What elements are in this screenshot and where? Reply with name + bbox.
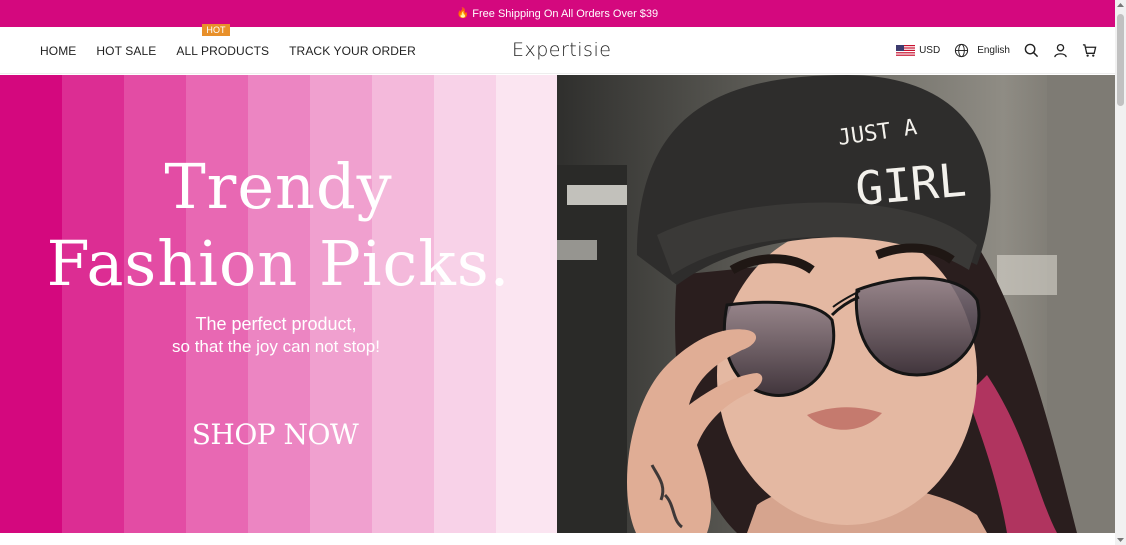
currency-label: USD (919, 45, 941, 56)
cart-button[interactable] (1082, 43, 1097, 58)
main-nav: HOME HOT SALE HOT ALL PRODUCTS TRACK YOU… (40, 23, 436, 74)
hero-subtitle-line2: so that the joy can not stop! (172, 337, 380, 356)
stripe (186, 75, 248, 533)
language-selector[interactable]: English (954, 43, 1010, 58)
hero-title-line1: Trendy (164, 150, 393, 223)
announcement-bar: 🔥 Free Shipping On All Orders Over $39 (0, 0, 1115, 27)
header-tools: USD English (882, 27, 1097, 74)
stripe (496, 75, 557, 533)
hero-subtitle-line1: The perfect product, (195, 314, 357, 334)
stripe (62, 75, 124, 533)
account-button[interactable] (1053, 43, 1068, 58)
stripe (0, 75, 62, 533)
user-icon (1054, 43, 1067, 58)
nav-all-products-label: ALL PRODUCTS (176, 43, 270, 58)
stripe (310, 75, 372, 533)
scroll-up-icon[interactable] (1117, 2, 1124, 9)
search-button[interactable] (1024, 43, 1039, 58)
nav-hot-sale[interactable]: HOT SALE (96, 44, 156, 58)
stripe (372, 75, 434, 533)
hero-title-line2: Fashion Picks. (46, 227, 511, 300)
site-header: HOME HOT SALE HOT ALL PRODUCTS TRACK YOU… (0, 23, 1115, 74)
scroll-thumb[interactable] (1117, 14, 1124, 106)
hero-model-photo: JUST A GIRL (557, 75, 1115, 533)
stripe (124, 75, 186, 533)
nav-home[interactable]: HOME (40, 44, 76, 58)
stripe (248, 75, 310, 533)
announcement-text: Free Shipping On All Orders Over $39 (472, 7, 659, 20)
model-illustration: JUST A GIRL (557, 75, 1115, 533)
cart-icon (1082, 44, 1097, 57)
scroll-down-icon[interactable] (1117, 536, 1124, 543)
stripe-background (0, 75, 557, 533)
stripe (434, 75, 496, 533)
nav-track-order[interactable]: TRACK YOUR ORDER (289, 44, 416, 58)
site-logo[interactable]: Expertisie (512, 39, 611, 61)
beanie-text-line2: GIRL (853, 153, 968, 216)
us-flag-icon (896, 44, 916, 57)
hot-badge: HOT (202, 23, 230, 36)
search-icon (1024, 43, 1039, 58)
flame-icon: 🔥 (456, 8, 470, 19)
language-label: English (977, 45, 1010, 56)
globe-icon (955, 43, 969, 58)
nav-all-products[interactable]: HOT ALL PRODUCTS (176, 23, 270, 58)
currency-selector[interactable]: USD (896, 44, 941, 57)
page-scrollbar[interactable] (1115, 0, 1126, 545)
hero-banner: Trendy Fashion Picks. The perfect produc… (0, 75, 1115, 533)
shop-now-button[interactable]: SHOP NOW (0, 418, 550, 451)
